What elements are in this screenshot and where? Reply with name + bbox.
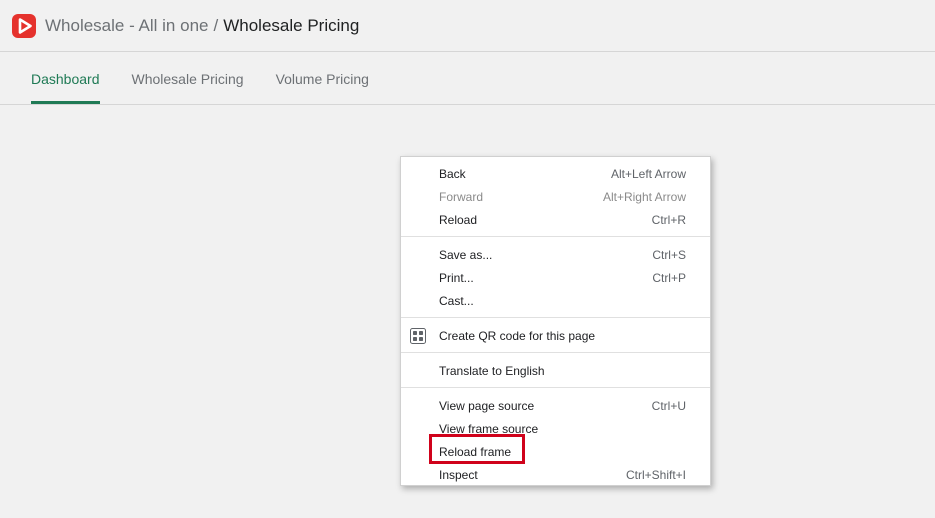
menu-item-label: Reload	[439, 212, 478, 227]
menu-item-create-qr-code[interactable]: Create QR code for this page	[401, 324, 710, 347]
menu-item-label: Save as...	[439, 247, 493, 262]
menu-item-label: Create QR code for this page	[439, 328, 596, 343]
page-title: Wholesale Pricing	[223, 15, 360, 35]
menu-item-label: View frame source	[439, 421, 539, 436]
menu-item-label: Forward	[439, 189, 484, 204]
menu-item-shortcut: Alt+Left Arrow	[610, 166, 686, 181]
context-menu: Back Alt+Left Arrow Forward Alt+Right Ar…	[400, 156, 711, 486]
tab-volume-pricing[interactable]: Volume Pricing	[276, 52, 369, 104]
menu-item-label: Translate to English	[439, 363, 545, 378]
menu-divider	[401, 236, 710, 237]
menu-item-shortcut: Alt+Right Arrow	[602, 189, 686, 204]
menu-item-shortcut: Ctrl+U	[651, 398, 686, 413]
menu-item-reload[interactable]: Reload Ctrl+R	[401, 208, 710, 231]
menu-item-shortcut: Ctrl+R	[651, 212, 686, 227]
breadcrumb-separator: /	[213, 15, 219, 35]
qr-code-icon	[410, 328, 426, 344]
menu-item-view-page-source[interactable]: View page source Ctrl+U	[401, 394, 710, 417]
menu-item-label: View page source	[439, 398, 535, 413]
menu-item-back[interactable]: Back Alt+Left Arrow	[401, 162, 710, 185]
menu-item-label: Inspect	[439, 467, 478, 482]
menu-item-label: Back	[439, 166, 466, 181]
tab-dashboard[interactable]: Dashboard	[31, 52, 100, 104]
menu-item-shortcut: Ctrl+S	[652, 247, 686, 262]
menu-divider	[401, 317, 710, 318]
breadcrumb: Wholesale - All in one / Wholesale Prici…	[45, 16, 359, 36]
top-bar: Wholesale - All in one / Wholesale Prici…	[0, 0, 935, 52]
menu-item-shortcut: Ctrl+Shift+I	[625, 467, 686, 482]
tab-wholesale-pricing[interactable]: Wholesale Pricing	[132, 52, 244, 104]
menu-item-label: Print...	[439, 270, 474, 285]
menu-item-inspect[interactable]: Inspect Ctrl+Shift+I	[401, 463, 710, 486]
menu-item-reload-frame[interactable]: Reload frame	[401, 440, 710, 463]
menu-item-save-as[interactable]: Save as... Ctrl+S	[401, 243, 710, 266]
menu-item-forward: Forward Alt+Right Arrow	[401, 185, 710, 208]
breadcrumb-app-link[interactable]: Wholesale - All in one	[45, 16, 208, 36]
tab-bar: Dashboard Wholesale Pricing Volume Prici…	[0, 52, 935, 105]
menu-item-label: Cast...	[439, 293, 474, 308]
menu-item-cast[interactable]: Cast...	[401, 289, 710, 312]
menu-item-translate[interactable]: Translate to English	[401, 359, 710, 382]
menu-item-view-frame-source[interactable]: View frame source	[401, 417, 710, 440]
menu-divider	[401, 387, 710, 388]
menu-item-label: Reload frame	[439, 444, 512, 459]
menu-divider	[401, 352, 710, 353]
menu-item-shortcut: Ctrl+P	[652, 270, 686, 285]
menu-item-print[interactable]: Print... Ctrl+P	[401, 266, 710, 289]
app-logo-icon	[12, 13, 36, 38]
